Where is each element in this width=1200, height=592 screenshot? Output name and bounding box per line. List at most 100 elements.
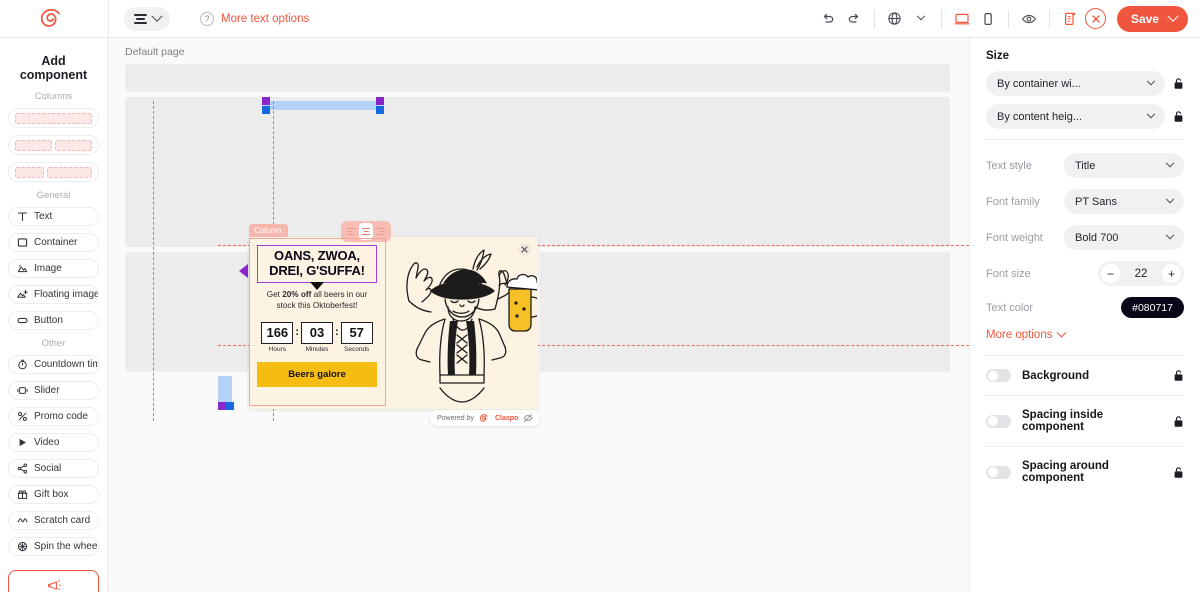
align-left-icon[interactable] [344, 223, 358, 240]
popup-illustration-column[interactable] [385, 237, 538, 409]
font-size-increase-button[interactable]: + [1161, 264, 1181, 283]
resize-handle-purple[interactable] [376, 97, 384, 105]
divider [940, 9, 942, 28]
placeholder-block [125, 64, 950, 92]
powered-by-badge[interactable]: Powered by Claspo [430, 410, 541, 426]
spacing-around-label: Spacing around component [1022, 460, 1109, 484]
eye-icon[interactable] [1016, 6, 1042, 32]
sidebar-item-gift-box[interactable]: Gift box [8, 485, 99, 504]
size-width-dropdown[interactable]: By container wi... [986, 71, 1165, 96]
language-chevron-down-icon[interactable] [908, 6, 934, 32]
sidebar-section-other-label: Other [41, 338, 66, 349]
sidebar-item-promo-code[interactable]: Promo code [8, 407, 99, 426]
logo-area[interactable] [0, 0, 108, 37]
popup-subtitle: Get 20% off all beers in our stock this … [257, 289, 377, 311]
countdown-timer: 166 Hours : 03 Minutes : 57 Seconds [257, 321, 377, 353]
lock-icon[interactable] [1173, 369, 1184, 382]
spacing-around-toggle[interactable] [986, 465, 1011, 479]
button-icon [17, 317, 28, 324]
popup-headline[interactable]: OANS, ZWOA, DREI, G'SUFFA! [257, 245, 377, 283]
desktop-icon[interactable] [949, 6, 975, 32]
resize-handle-purple[interactable] [218, 402, 226, 410]
chevron-down-icon [1165, 230, 1175, 239]
selection-bar-left[interactable] [218, 376, 234, 410]
sidebar-item-image[interactable]: Image [8, 259, 99, 278]
chevron-down-icon [151, 10, 163, 22]
text-style-dropdown[interactable]: Title [1064, 153, 1184, 178]
sidebar-item-social[interactable]: Social [8, 459, 99, 478]
lock-icon[interactable] [1173, 466, 1184, 479]
font-size-value[interactable]: 22 [1135, 268, 1148, 280]
chevron-down-icon [1146, 76, 1156, 85]
lock-icon[interactable] [1173, 415, 1184, 428]
resize-handle-purple[interactable] [262, 97, 270, 105]
popup-content-column[interactable]: Column OANS, ZWOA, DREI, G'SUFFA! Get 20… [239, 221, 391, 409]
globe-icon[interactable] [882, 6, 908, 32]
sidebar-item-scratch-card[interactable]: Scratch card [8, 511, 99, 530]
sidebar-item-text[interactable]: Text [8, 207, 99, 226]
more-options-link[interactable]: More options [986, 327, 1184, 341]
column-layout-two-even[interactable] [8, 135, 99, 155]
font-family-dropdown[interactable]: PT Sans [1064, 189, 1184, 214]
column-layout-two-uneven[interactable] [8, 162, 99, 182]
spacing-around-toggle-row: Spacing around component [986, 446, 1184, 497]
alignment-toolbar[interactable] [341, 221, 391, 242]
font-weight-value: Bold 700 [1075, 231, 1119, 244]
spacing-inside-toggle[interactable] [986, 414, 1011, 428]
megaphone-icon [48, 579, 61, 591]
size-height-dropdown[interactable]: By content heig... [986, 104, 1165, 129]
undo-icon[interactable] [815, 6, 841, 32]
save-button[interactable]: Save [1116, 5, 1188, 32]
timer-value: 57 [340, 321, 373, 344]
document-dot-icon[interactable] [1057, 6, 1083, 32]
sidebar-item-countdown-timer[interactable]: Countdown time [8, 355, 99, 374]
resize-handle-blue[interactable] [376, 106, 384, 114]
more-text-options-link[interactable]: ? More text options [200, 11, 309, 26]
popup-cta-button[interactable]: Beers galore [257, 361, 377, 387]
size-width-row: By container wi... [986, 71, 1184, 96]
align-center-icon[interactable] [359, 223, 373, 240]
question-mark-icon: ? [200, 11, 214, 26]
subtitle-bold: 20% off [282, 289, 312, 299]
timer-value: 03 [301, 321, 333, 344]
sidebar-item-slider[interactable]: Slider [8, 381, 99, 400]
powered-by-brand: Claspo [494, 414, 519, 422]
mobile-icon[interactable] [975, 6, 1001, 32]
background-toggle[interactable] [986, 369, 1011, 382]
request-a-component-button[interactable]: Request a component [8, 570, 99, 592]
font-weight-dropdown[interactable]: Bold 700 [1064, 225, 1184, 250]
resize-handle-blue[interactable] [262, 106, 270, 114]
drag-arrow-icon[interactable] [239, 264, 248, 278]
text-align-center-icon [134, 13, 147, 24]
size-width-value: By container wi... [997, 77, 1081, 90]
sidebar-item-floating-image[interactable]: Floating image [8, 285, 99, 304]
app-root: ? More text options Save Add component C… [0, 0, 1200, 592]
text-style-field: Text style Title [986, 153, 1184, 178]
popup-widget[interactable]: Column OANS, ZWOA, DREI, G'SUFFA! Get 20… [239, 221, 538, 409]
timer-label: Hours [268, 345, 286, 353]
editor-canvas[interactable]: Default page Column OANS, ZWOA, DREI, G'… [108, 38, 969, 592]
text-style-value: Title [1075, 159, 1096, 172]
sidebar-item-spin-the-wheel[interactable]: Spin the wheel [8, 537, 99, 556]
sidebar-item-button[interactable]: Button [8, 311, 99, 330]
toggles-group: Background Spacing inside component Spac… [986, 355, 1184, 497]
redo-icon[interactable] [841, 6, 867, 32]
text-align-dropdown[interactable] [124, 6, 170, 31]
resize-handle-blue[interactable] [226, 402, 234, 410]
sidebar-section-columns-label: Columns [34, 91, 73, 102]
toolbar-actions: Save [815, 5, 1200, 32]
font-size-decrease-button[interactable]: − [1101, 264, 1120, 283]
sidebar-item-label: Container [34, 237, 78, 248]
text-color-swatch[interactable]: #080717 [1121, 297, 1184, 318]
wheel-icon [17, 541, 28, 552]
lock-icon[interactable] [1173, 110, 1184, 123]
selection-bar-top[interactable] [262, 97, 384, 114]
sidebar-item-container[interactable]: Container [8, 233, 99, 252]
font-family-label: Font family [986, 195, 1040, 208]
lock-icon[interactable] [1173, 77, 1184, 90]
close-circle-icon[interactable] [1083, 6, 1109, 32]
sidebar-item-label: Video [34, 437, 60, 448]
sidebar-item-video[interactable]: Video [8, 433, 99, 452]
column-layout-one[interactable] [8, 108, 99, 128]
sidebar-item-label: Spin the wheel [34, 541, 99, 552]
